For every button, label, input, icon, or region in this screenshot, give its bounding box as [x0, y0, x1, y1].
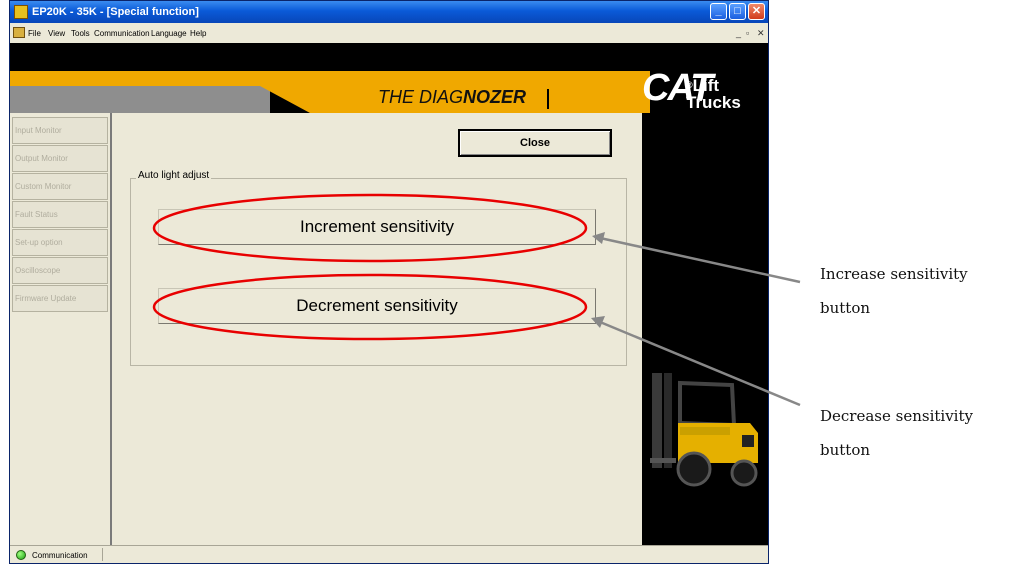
mdi-close-button[interactable]: ✕ — [757, 28, 765, 39]
nav-output-monitor[interactable]: Output Monitor — [12, 145, 108, 172]
header-gray-stripe — [10, 86, 270, 113]
minimize-button[interactable]: _ — [710, 3, 727, 20]
menu-help[interactable]: Help — [190, 29, 206, 38]
close-button[interactable]: Close — [458, 129, 612, 157]
window-close-button[interactable]: ✕ — [748, 3, 765, 20]
registered-mark: ® — [686, 80, 693, 90]
auto-light-adjust-group — [130, 178, 627, 366]
nav-fault-status[interactable]: Fault Status — [12, 201, 108, 228]
nav-oscilloscope[interactable]: Oscilloscope — [12, 257, 108, 284]
increase-sensitivity-callout: Increase sensitivity button — [820, 265, 968, 317]
document-icon[interactable] — [13, 27, 25, 38]
window-title: EP20K - 35K - [Special function] — [32, 6, 199, 18]
nav-custom-monitor[interactable]: Custom Monitor — [12, 173, 108, 200]
diagnozer-logo: THE DIAGNOZER — [378, 87, 527, 107]
logo-cursor-mark — [547, 89, 549, 109]
nav-setup-option[interactable]: Set-up option — [12, 229, 108, 256]
nav-input-monitor[interactable]: Input Monitor — [12, 117, 108, 144]
menu-file[interactable]: File — [28, 29, 41, 38]
menu-view[interactable]: View — [48, 29, 65, 38]
brand-side-panel — [642, 113, 768, 545]
title-bar[interactable]: EP20K - 35K - [Special function] _ □ ✕ — [10, 1, 768, 23]
application-window: EP20K - 35K - [Special function] _ □ ✕ F… — [9, 0, 769, 564]
side-navigation: Input Monitor Output Monitor Custom Moni… — [10, 113, 112, 545]
connection-status-icon — [16, 550, 26, 560]
menu-bar: File View Tools Communication Language H… — [10, 23, 768, 43]
nav-firmware-update[interactable]: Firmware Update — [12, 285, 108, 312]
special-function-panel: Close Auto light adjust Increment sensit… — [114, 113, 642, 545]
menu-language[interactable]: Language — [151, 29, 187, 38]
lift-trucks-label: ®Lift Trucks — [686, 76, 741, 112]
decrement-sensitivity-button[interactable]: Decrement sensitivity — [158, 288, 596, 324]
app-icon — [14, 5, 28, 19]
status-label: Communication — [32, 551, 88, 560]
group-label: Auto light adjust — [136, 170, 212, 181]
status-bar: Communication — [10, 545, 768, 563]
increment-sensitivity-button[interactable]: Increment sensitivity — [158, 209, 596, 245]
menu-tools[interactable]: Tools — [71, 29, 90, 38]
maximize-button[interactable]: □ — [729, 3, 746, 20]
forklift-image — [650, 373, 758, 487]
status-separator — [102, 548, 103, 561]
decrease-sensitivity-callout: Decrease sensitivity button — [820, 407, 973, 459]
mdi-restore-button[interactable]: ▫ — [746, 28, 749, 38]
menu-communication[interactable]: Communication — [94, 29, 150, 38]
mdi-minimize-button[interactable]: _ — [736, 28, 741, 38]
